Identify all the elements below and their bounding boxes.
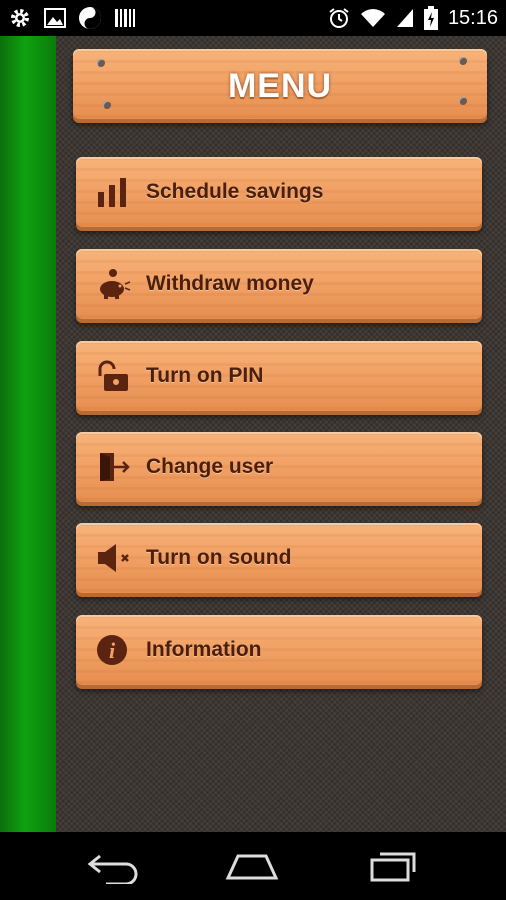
menu-item-change-user[interactable]: Change user: [76, 432, 482, 502]
menu-item-information[interactable]: i Information: [76, 615, 482, 685]
menu-item-label: Information: [146, 638, 262, 661]
svg-text:i: i: [109, 638, 116, 663]
info-icon: i: [97, 635, 127, 665]
menu-item-label: Turn on PIN: [146, 364, 264, 387]
battery-charging-icon: [423, 6, 438, 30]
exit-door-icon: [100, 453, 130, 481]
menu-item-label: Turn on sound: [146, 546, 292, 569]
back-icon[interactable]: [82, 850, 142, 884]
piggy-bank-icon: [100, 269, 131, 299]
menu-item-turn-on-pin[interactable]: Turn on PIN: [76, 341, 482, 411]
status-bar: 15:16: [0, 0, 506, 36]
alarm-icon: [329, 8, 349, 28]
menu-item-label: Schedule savings: [146, 180, 324, 203]
wifi-icon: [360, 9, 385, 27]
menu-item-schedule-savings[interactable]: Schedule savings: [76, 157, 482, 227]
system-status: 15:16: [328, 6, 498, 30]
nail-icon: [103, 101, 111, 109]
settings-icon: [11, 9, 29, 27]
menu-header: MENU: [73, 49, 487, 119]
clock: 15:16: [447, 6, 498, 29]
home-icon[interactable]: [222, 850, 282, 884]
barcode-icon: [115, 9, 135, 27]
menu-item-withdraw-money[interactable]: Withdraw money: [76, 249, 482, 319]
signal-icon: [396, 9, 413, 27]
menu-item-turn-on-sound[interactable]: Turn on sound: [76, 523, 482, 593]
nail-icon: [459, 57, 467, 65]
bar-chart-icon: [98, 178, 126, 207]
nail-icon: [97, 59, 105, 67]
notification-icons: [8, 6, 136, 30]
nail-icon: [459, 97, 467, 105]
menu-title: MENU: [227, 67, 333, 105]
navigation-bar: [0, 832, 506, 900]
image-icon: [44, 8, 66, 28]
left-strip: [0, 36, 56, 832]
unlocked-padlock-icon: [98, 360, 128, 391]
menu-item-label: Change user: [146, 455, 274, 478]
recents-icon[interactable]: [362, 850, 422, 884]
menu-item-label: Withdraw money: [146, 272, 314, 295]
speaker-muted-icon: [98, 544, 129, 572]
yin-yang-icon: [79, 7, 101, 29]
